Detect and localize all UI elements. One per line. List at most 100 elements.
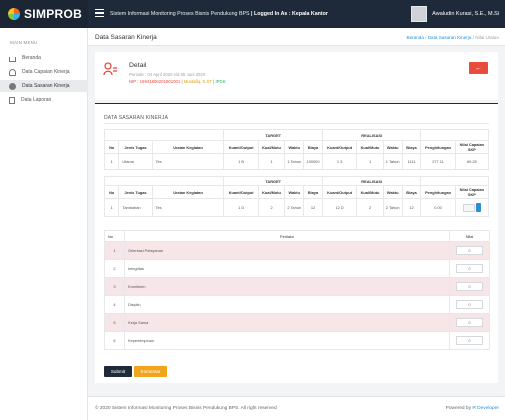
col-header: Waktu xyxy=(382,140,403,154)
col-header: No xyxy=(103,140,120,154)
cell-penghitungan: 0.00 xyxy=(420,198,456,217)
avatar xyxy=(411,6,428,22)
sidebar-item-data-sasaran-kinerja[interactable]: Data Sasaran Kinerja xyxy=(0,80,88,92)
table-header-blank xyxy=(420,129,489,141)
employee-dept: IPDS xyxy=(215,79,226,84)
cell-jenis: Tambahan xyxy=(118,198,153,217)
col-header: Biaya xyxy=(303,140,323,154)
detail-card: Detail Periode : 04 April 2020 s/d 06 Ju… xyxy=(95,52,498,100)
col-header: Kuant/Output xyxy=(321,185,358,199)
sidebar: MAIN MENU Beranda Data Capaian Kinerja D… xyxy=(0,28,88,420)
footer-powered: Powered by R Developer xyxy=(446,406,499,411)
col-header: Kuant/Output xyxy=(223,185,259,199)
sidebar-item-beranda[interactable]: Beranda xyxy=(0,52,88,64)
cell-nilai-capaian xyxy=(454,198,490,217)
sidebar-item-label: Data Sasaran Kinerja xyxy=(22,83,70,89)
detail-nip: NIP : 19941806201801001 | Mustafiq, S.ST… xyxy=(129,79,226,84)
cell-real-kuant: 1 3 xyxy=(321,153,358,170)
footer-powered-prefix: Powered by xyxy=(445,406,471,411)
col-header: Penghitungan xyxy=(420,185,456,199)
cell-target-biaya: 100000 xyxy=(303,153,323,170)
nilai-capaian-input[interactable] xyxy=(462,203,475,212)
cell-nilai: 0 xyxy=(449,313,490,332)
cell-no: 6 xyxy=(104,331,125,350)
nilai-input-disiplin[interactable]: 0 xyxy=(456,300,483,309)
cell-nilai-capaian: 69.28 xyxy=(454,153,490,170)
sidebar-item-data-capaian-kinerja[interactable]: Data Capaian Kinerja xyxy=(0,66,88,78)
nilai-input-integritas[interactable]: 0 xyxy=(456,264,483,273)
table-row: 1 Utama Tes 1 B 1 1 Tahun 100000 1 3 1 1… xyxy=(103,153,490,170)
nilai-input-kerja-sama[interactable]: 0 xyxy=(456,318,483,327)
sidebar-item-label: Beranda xyxy=(22,55,41,61)
perilaku-table: No Perilaku Nilai 1 Orientasi Pelayanan 0 … xyxy=(104,230,490,350)
col-header: Jenis Tugas xyxy=(118,185,153,199)
col-header: No xyxy=(104,230,125,242)
col-header: Waktu xyxy=(284,185,305,199)
col-header: Biaya xyxy=(303,185,323,199)
table-row: 6 Kepemimpinan 0 xyxy=(104,331,490,350)
cell-no: 1 xyxy=(103,153,120,170)
top-navbar: SIMPROB Sistem Informasi Monitoring Pros… xyxy=(0,0,505,28)
cell-perilaku: Orientasi Pelayanan xyxy=(124,241,450,260)
back-button[interactable]: ← xyxy=(469,62,488,74)
cell-nilai: 0 xyxy=(449,277,490,296)
data-sasaran-card: DATA SASARAN KINERJA TARGET REALISASI No… xyxy=(95,103,498,383)
cell-target-waktu: 1 Tahun xyxy=(284,153,305,170)
col-header: No xyxy=(103,185,120,199)
footer-developer-link[interactable]: R Developer xyxy=(472,406,499,411)
cell-no: 1 xyxy=(104,241,125,260)
komentar-button[interactable]: Komentar xyxy=(134,366,167,377)
brand-name: SIMPROB xyxy=(24,7,83,21)
col-header: Biaya xyxy=(401,185,422,199)
table-group-target: TARGET xyxy=(223,176,323,186)
nilai-input-komitmen[interactable]: 0 xyxy=(456,282,483,291)
col-header: Nilai Capaian SKP xyxy=(454,185,490,199)
breadcrumb-beranda[interactable]: Beranda xyxy=(407,35,424,40)
sidebar-heading: MAIN MENU xyxy=(10,40,38,45)
nilai-input-orientasi-pelayanan[interactable]: 0 xyxy=(456,246,483,255)
breadcrumb: Beranda / Data Sasaran Kinerja / Nilai U… xyxy=(406,35,499,40)
sasaran-table-tambahan: TARGET REALISASI No Jenis Tugas Uraian K… xyxy=(103,176,490,217)
cell-nilai: 0 xyxy=(449,259,490,278)
col-header: Biaya xyxy=(401,140,422,154)
cell-no: 4 xyxy=(104,295,125,314)
sidebar-item-label: Data Laporan xyxy=(21,97,52,103)
col-header: Uraian Kegiatan xyxy=(151,185,225,199)
col-header: Kual/Mutu xyxy=(356,185,384,199)
cell-target-kuant: 1 B xyxy=(223,153,259,170)
sasaran-table-utama: TARGET REALISASI No Jenis Tugas Uraian K… xyxy=(103,129,490,170)
col-header: Waktu xyxy=(382,185,403,199)
cell-uraian: Tes xyxy=(151,153,225,170)
table-row: 4 Disiplin 0 xyxy=(104,295,490,314)
target-icon xyxy=(9,82,16,90)
cell-target-kuant: 1 D xyxy=(223,198,259,217)
table-header-blank xyxy=(103,129,225,141)
cell-perilaku: Disiplin xyxy=(124,295,450,314)
hamburger-menu-icon[interactable] xyxy=(95,9,104,17)
user-menu[interactable]: Awaludin Kurasi, S.E., M.Si xyxy=(411,6,499,22)
cell-no: 2 xyxy=(104,259,125,278)
col-header: Waktu xyxy=(284,140,305,154)
cell-penghitungan: 277.11 xyxy=(420,153,456,170)
brand[interactable]: SIMPROB xyxy=(0,0,88,28)
cell-nilai: 0 xyxy=(449,241,490,260)
home-icon xyxy=(9,56,16,62)
table-row: 3 Komitmen 0 xyxy=(104,277,490,296)
col-header: Nilai Capaian SKP xyxy=(454,140,490,154)
employee-name: Mustafiq, S.ST xyxy=(183,79,212,84)
col-header: Kual/Mutu xyxy=(257,185,286,199)
page-header: Data Sasaran Kinerja Beranda / Data Sasa… xyxy=(88,28,505,46)
col-header: Penghitungan xyxy=(420,140,456,154)
sidebar-item-data-laporan[interactable]: Data Laporan xyxy=(0,94,88,106)
breadcrumb-current: Nilai Uraian xyxy=(475,35,499,40)
logged-in-role: | Logged In As : Kepala Kantor xyxy=(251,11,328,17)
bps-logo-icon xyxy=(8,8,20,20)
submit-button[interactable]: Submit xyxy=(104,366,132,377)
nilai-input-kepemimpinan[interactable]: 0 xyxy=(456,336,483,345)
cell-nilai: 0 xyxy=(449,295,490,314)
breadcrumb-data-sasaran[interactable]: Data Sasaran Kinerja xyxy=(428,35,472,40)
stepper-button[interactable] xyxy=(475,203,481,212)
system-title: Sistem Informasi Monitoring Proses Bisni… xyxy=(110,11,328,17)
cell-target-waktu: 2 Tahun xyxy=(284,198,305,217)
cell-real-waktu: 2 Tahun xyxy=(382,198,403,217)
